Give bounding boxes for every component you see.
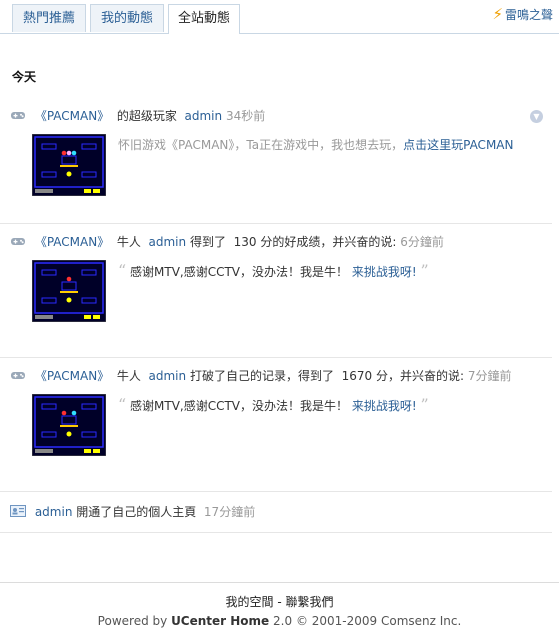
feed-score: 130 <box>233 235 257 249</box>
feed-item: 《PACMAN》 的超级玩家 admin 34秒前 ▼ 怀旧游戏《PACMAN》… <box>0 98 552 224</box>
feed-item: admin 開通了自己的個人主頁 17分鐘前 <box>0 492 552 533</box>
game-link[interactable]: 《PACMAN》 <box>35 369 109 383</box>
invite-text: 怀旧游戏《PACMAN》，Ta正在游戏中，我也想去玩， <box>118 138 404 152</box>
game-link[interactable]: 《PACMAN》 <box>35 235 109 249</box>
user-link[interactable]: admin <box>149 369 187 383</box>
feed-time: 17分鐘前 <box>203 505 256 519</box>
tab-hot-recommend[interactable]: 熱門推薦 <box>12 4 86 32</box>
quote-text: 感谢MTV,感谢CCTV，没办法！我是牛！ <box>130 265 349 279</box>
tab-site-activity[interactable]: 全站動態 <box>168 4 240 34</box>
feed-time: 6分鐘前 <box>400 235 444 249</box>
profile-card-icon <box>10 505 26 517</box>
feed-body-text: “ 感谢MTV,感谢CCTV，没办法！我是牛！ 来挑战我呀! ” <box>118 396 538 415</box>
pacman-thumbnail[interactable] <box>32 394 106 456</box>
footer-separator: - <box>277 595 282 609</box>
user-link[interactable]: admin <box>149 235 187 249</box>
user-link[interactable]: admin <box>35 505 73 519</box>
feed-body-text: 怀旧游戏《PACMAN》，Ta正在游戏中，我也想去玩，点击这里玩PACMAN <box>118 136 538 154</box>
feed-item-head: 《PACMAN》 牛人 admin 得到了 130 分的好成绩，并兴奋的说: 6… <box>0 224 552 260</box>
feed-action: 的超级玩家 <box>116 109 177 123</box>
product-name[interactable]: UCenter Home <box>171 614 269 628</box>
feed-item: 《PACMAN》 牛人 admin 打破了自己的记录，得到了 1670 分，并兴… <box>0 358 552 492</box>
feed-verb: 得到了 <box>189 235 226 249</box>
collapse-icon[interactable]: ▼ <box>530 110 543 123</box>
lightning-icon: ⚡ <box>492 5 503 23</box>
feed-time: 7分鐘前 <box>467 369 512 383</box>
play-link[interactable]: 点击这里玩PACMAN <box>403 138 513 152</box>
pacman-thumbnail[interactable] <box>32 260 106 322</box>
close-quote-icon: ” <box>420 261 429 280</box>
feed-score: 1670 <box>341 369 373 383</box>
game-link[interactable]: 《PACMAN》 <box>35 109 109 123</box>
feed-role: 牛人 <box>116 369 141 383</box>
feed-verb: 打破了自己的记录，得到了 <box>189 369 334 383</box>
day-heading: 今天 <box>12 70 37 84</box>
feed-unit-text: 分的好成绩，并兴奋的说: <box>260 235 397 249</box>
notice-label[interactable]: 雷鳴之聲 <box>505 8 553 22</box>
challenge-link[interactable]: 来挑战我呀! <box>352 265 417 279</box>
tab-bar: 熱門推薦 我的動態 全站動態 ⚡ 雷鳴之聲 <box>0 0 559 34</box>
feed-unit-text: 分，并兴奋的说: <box>375 369 465 383</box>
feed-item: 《PACMAN》 牛人 admin 得到了 130 分的好成绩，并兴奋的说: 6… <box>0 224 552 358</box>
my-space-link[interactable]: 我的空間 <box>225 595 273 609</box>
product-version: 2.0 <box>273 614 293 628</box>
open-quote-icon: “ <box>118 395 127 414</box>
copyright: © 2001-2009 Comsenz Inc. <box>295 614 462 628</box>
challenge-link[interactable]: 来挑战我呀! <box>352 399 417 413</box>
feed-time: 34秒前 <box>225 109 266 123</box>
open-quote-icon: “ <box>118 261 127 280</box>
feed-item-body: “ 感谢MTV,感谢CCTV，没办法！我是牛！ 来挑战我呀! ” <box>0 394 552 486</box>
game-controller-icon <box>11 238 25 245</box>
feed-body-text: “ 感谢MTV,感谢CCTV，没办法！我是牛！ 来挑战我呀! ” <box>118 262 538 281</box>
user-link[interactable]: admin <box>185 109 223 123</box>
feed-action: 開通了自己的個人主頁 <box>76 505 197 519</box>
quote-text: 感谢MTV,感谢CCTV，没办法！我是牛！ <box>130 399 349 413</box>
close-quote-icon: ” <box>420 395 429 414</box>
powered-by: Powered by UCenter Home 2.0 © 2001-2009 … <box>0 614 559 628</box>
footer-links: 我的空間 - 聯繫我們 <box>0 593 559 610</box>
footer: 我的空間 - 聯繫我們 Powered by UCenter Home 2.0 … <box>0 582 559 628</box>
pacman-thumbnail[interactable] <box>32 134 106 196</box>
feed-item-head: admin 開通了自己的個人主頁 17分鐘前 <box>0 492 552 530</box>
feed-item-body: 怀旧游戏《PACMAN》，Ta正在游戏中，我也想去玩，点击这里玩PACMAN <box>0 134 552 226</box>
feed-role: 牛人 <box>116 235 141 249</box>
game-controller-icon <box>11 112 25 119</box>
game-controller-icon <box>11 372 25 379</box>
feed-item-body: “ 感谢MTV,感谢CCTV，没办法！我是牛！ 来挑战我呀! ” <box>0 260 552 352</box>
powered-prefix: Powered by <box>97 614 168 628</box>
feed-item-head: 《PACMAN》 的超级玩家 admin 34秒前 <box>0 98 552 134</box>
notice-link[interactable]: ⚡ 雷鳴之聲 <box>492 5 553 23</box>
activity-feed: 《PACMAN》 的超级玩家 admin 34秒前 ▼ 怀旧游戏《PACMAN》… <box>0 98 552 533</box>
feed-item-head: 《PACMAN》 牛人 admin 打破了自己的记录，得到了 1670 分，并兴… <box>0 358 552 394</box>
contact-link[interactable]: 聯繫我們 <box>286 595 334 609</box>
tab-my-activity[interactable]: 我的動態 <box>90 4 164 32</box>
